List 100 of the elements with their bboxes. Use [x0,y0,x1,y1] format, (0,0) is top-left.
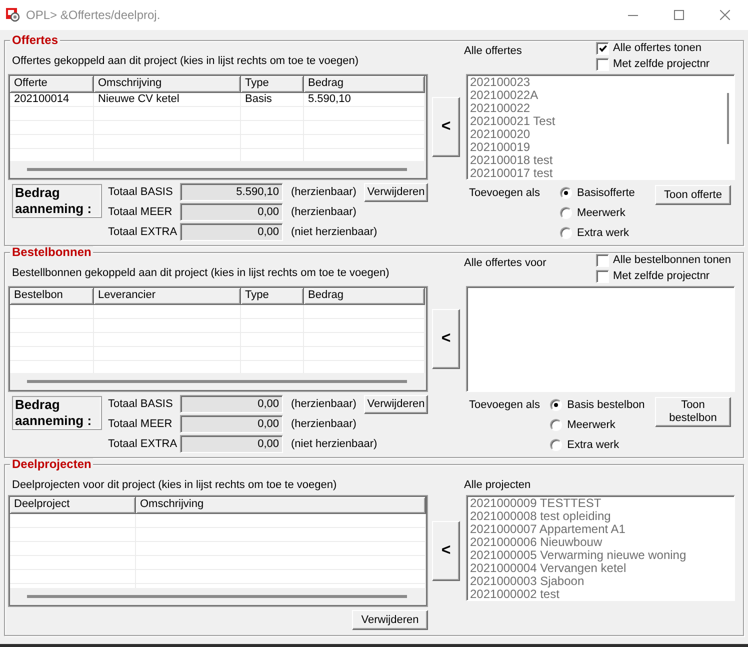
total-label: Totaal BASIS [108,186,174,198]
checkbox[interactable] [596,254,609,266]
radio-button[interactable] [560,187,572,199]
column-header[interactable]: Type [241,76,304,93]
checkbox[interactable] [596,42,609,54]
radio-button[interactable] [550,419,562,431]
column-header[interactable]: Deelproject [10,497,136,514]
column-header[interactable]: Bestelbon [10,288,94,305]
list-item[interactable]: 202100020 [468,128,530,141]
checkbox[interactable] [596,270,609,282]
total-label: Totaal BASIS [108,398,174,410]
radio-label: Meerwerk [567,419,616,431]
list-item[interactable]: 2021000004 Vervangen ketel [468,562,626,575]
column-header[interactable]: Offerte [10,76,94,93]
list-item[interactable]: 2021000009 TESTTEST [468,497,602,510]
checkbox-label: Met zelfde projectnr [613,269,710,283]
column-header[interactable]: Bedrag [304,288,425,305]
list-label: Alle offertes [464,44,523,59]
total-label: Totaal MEER [108,206,174,218]
list-item[interactable]: 202100017 test [468,167,553,179]
radio-dot-icon [554,403,558,407]
minimize-icon [628,14,638,16]
list-item[interactable]: 202100019 [468,141,530,154]
radio-label: Basisofferte [577,187,635,199]
list-item[interactable]: 2021000005 Verwarming nieuwe woning [468,549,686,562]
total-note: (herzienbaar) [291,206,356,218]
summary-label: Bedrag aanneming : [12,184,102,218]
remove-button[interactable]: Verwijderen [364,182,428,202]
close-icon [720,10,730,20]
radio-button[interactable] [550,439,562,451]
column-header[interactable]: Type [241,288,304,305]
radio-label: Meerwerk [577,207,626,219]
list-item[interactable]: 202100022 [468,102,530,115]
checkmark-icon [598,44,606,52]
add-as-label: Toevoegen als [469,398,540,413]
scrollbar-thumb[interactable] [27,595,407,598]
total-field: 0,00 [180,395,283,413]
list-item[interactable]: 202100023 [468,76,530,89]
radio-button[interactable] [550,399,562,411]
list-item[interactable]: 2021000003 Sjaboon [468,575,584,588]
summary-label: Bedrag aanneming : [12,396,102,430]
radio-button[interactable] [560,207,572,219]
total-label: Totaal MEER [108,418,174,430]
total-label: Totaal EXTRA [108,226,178,238]
checkbox[interactable] [596,58,609,70]
scrollbar-thumb[interactable] [727,93,729,144]
window-title: OPL> &Offertes/deelproj. [26,8,162,22]
remove-button[interactable]: Verwijderen [352,610,428,630]
total-field: 0,00 [180,223,283,241]
section-title: Deelprojecten [10,458,94,471]
list-item[interactable]: 2021000008 test opleiding [468,510,611,523]
list-item[interactable]: 202100018 test [468,154,553,167]
total-note: (niet herzienbaar) [291,438,378,450]
table-cell-text: Nieuwe CV ketel [97,93,180,106]
scrollbar-thumb[interactable] [27,168,407,171]
radio-label: Basis bestelbon [567,399,645,411]
show-button[interactable]: Toon bestelbon [655,397,731,427]
app-icon [6,8,20,22]
list-item[interactable]: 202100022A [468,89,538,102]
list-item[interactable]: 202100021 Test [468,115,556,128]
total-note: (herzienbaar) [291,186,356,198]
add-button[interactable]: < [432,521,460,581]
table-cell-text: Basis [244,93,273,106]
column-header[interactable]: Leverancier [94,288,241,305]
list-item[interactable]: 2021000006 Nieuwbouw [468,536,602,549]
list-item[interactable]: 2021000007 Appartement A1 [468,523,626,536]
radio-label: Extra werk [567,439,620,451]
remove-button[interactable]: Verwijderen [364,394,428,414]
add-button[interactable]: < [432,97,460,157]
total-field: 5.590,10 [180,183,283,201]
section-description: Deelprojecten voor dit project (kies in lijst rechts om toe te voegen) [12,478,337,492]
radio-button[interactable] [560,227,572,239]
radio-dot-icon [564,191,568,195]
list-box[interactable]: 202100023 202100022A 202100022 202100021 Test 202100020 202100019 202100018 test 202100017 test [466,74,735,180]
add-as-label: Toevoegen als [469,186,540,201]
maximize-icon [674,10,684,20]
section-title: Offertes [10,34,60,47]
checkbox-label: Alle bestelbonnen tonen [613,253,732,267]
table-cell-text: 202100014 [13,93,70,106]
total-label: Totaal EXTRA [108,438,178,450]
total-field: 0,00 [180,415,283,433]
list-label: Alle projecten [464,478,531,492]
checkbox-label: Alle offertes tonen [613,41,702,55]
column-header[interactable]: Omschrijving [94,76,241,93]
total-note: (herzienbaar) [291,398,356,410]
scrollbar-thumb[interactable] [27,380,407,383]
checkbox-label: Met zelfde projectnr [613,57,710,71]
list-box[interactable]: 2021000009 TESTTEST 2021000008 test opleiding 2021000007 Appartement A1 2021000006 Nieuwbouw 2021000005 Verwarming nieuwe woning 2021000004 Vervangen ketel 2021000003 Sjaboon 2021000002 test [466,495,735,601]
section-title: Bestelbonnen [10,246,94,259]
add-button[interactable]: < [432,309,460,369]
column-header[interactable]: Omschrijving [136,497,426,514]
list-box[interactable] [466,286,735,392]
list-label: Alle offertes voor [464,256,548,271]
section-description: Bestellbonnen gekoppeld aan dit project (kies in lijst rechts om toe te voegen) [12,266,390,280]
show-button[interactable]: Toon offerte [655,185,731,205]
column-header[interactable]: Bedrag [304,76,425,93]
list-item[interactable]: 2021000002 test [468,588,560,600]
total-note: (herzienbaar) [291,418,356,430]
section-description: Offertes gekoppeld aan dit project (kies in lijst rechts om toe te voegen) [12,54,358,68]
total-note: (niet herzienbaar) [291,226,378,238]
